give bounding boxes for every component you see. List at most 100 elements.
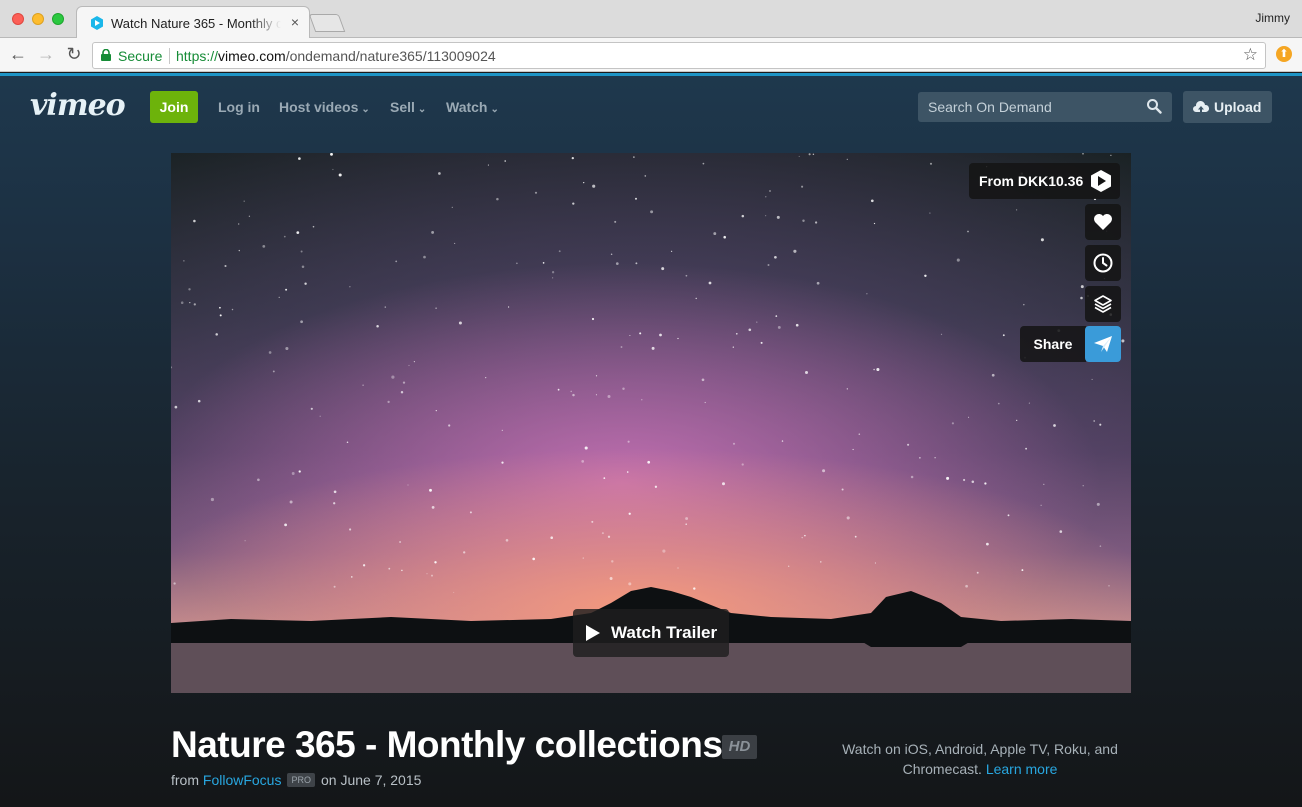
star-dot <box>627 440 630 443</box>
star-dot <box>695 297 697 300</box>
star-dot <box>723 235 726 239</box>
star-dot <box>1040 504 1042 506</box>
vimeo-page: vimeo Join Log in Host videos ⌄ Sell ⌄ Wat… <box>0 76 1302 807</box>
star-dot <box>741 463 744 466</box>
bookmark-star-icon[interactable]: ☆ <box>1243 45 1258 65</box>
star-dot <box>215 333 218 336</box>
back-arrow-icon[interactable]: ← <box>7 43 29 65</box>
star-dot <box>505 538 509 542</box>
star-dot <box>400 390 404 394</box>
star-dot <box>219 306 221 309</box>
star-dot <box>795 323 799 327</box>
tab-close-icon[interactable]: × <box>291 14 299 30</box>
star-dot <box>571 156 574 160</box>
star-dot <box>647 460 651 464</box>
video-player[interactable]: From DKK10.36 Share Watch Trailer <box>171 153 1131 693</box>
star-dot <box>793 249 797 253</box>
watch-later-button[interactable] <box>1085 245 1121 281</box>
watch-trailer-button[interactable]: Watch Trailer <box>573 609 729 657</box>
star-dot <box>997 402 1000 405</box>
star-dot <box>534 191 538 194</box>
star-dot <box>291 472 295 475</box>
star-dot <box>1028 402 1030 404</box>
star-dot <box>820 561 822 563</box>
star-dot <box>846 388 848 390</box>
like-button[interactable] <box>1085 204 1121 240</box>
star-dot <box>670 250 673 252</box>
star-dot <box>1080 296 1083 300</box>
star-dot <box>1040 238 1044 242</box>
share-button[interactable] <box>1085 326 1121 362</box>
buy-button[interactable]: From DKK10.36 <box>969 163 1120 199</box>
star-dot <box>438 172 441 175</box>
collections-button[interactable] <box>1085 286 1121 322</box>
search-on-demand-input[interactable]: Search On Demand <box>918 92 1172 122</box>
star-dot <box>262 245 266 248</box>
star-dot <box>802 219 805 223</box>
browser-tab-active[interactable]: Watch Nature 365 - Monthly collections × <box>76 6 310 39</box>
search-icon[interactable] <box>1146 98 1162 114</box>
star-dot <box>1021 569 1024 572</box>
star-dot <box>801 536 803 539</box>
star-dot <box>333 502 336 505</box>
star-dot <box>362 384 364 387</box>
star-dot <box>1023 303 1025 306</box>
vod-play-icon <box>1091 170 1111 192</box>
join-button[interactable]: Join <box>150 91 198 123</box>
star-dot <box>874 562 876 564</box>
close-window-button[interactable] <box>12 13 24 25</box>
host-videos-menu[interactable]: Host videos ⌄ <box>279 99 370 115</box>
star-dot <box>854 535 857 538</box>
maximize-window-button[interactable] <box>52 13 64 25</box>
star-dot <box>1059 530 1063 533</box>
new-tab-button[interactable] <box>308 14 346 32</box>
star-dot <box>907 443 910 446</box>
upload-button[interactable]: Upload <box>1183 91 1272 123</box>
url-text[interactable]: https://vimeo.com/ondemand/nature365/113… <box>176 48 496 64</box>
star-dot <box>283 235 286 238</box>
star-dot <box>238 249 240 252</box>
star-dot <box>1082 485 1084 487</box>
star-dot <box>873 222 876 225</box>
star-dot <box>188 288 191 291</box>
profile-name[interactable]: Jimmy <box>1255 11 1290 25</box>
tab-title: Watch Nature 365 - Monthly collections <box>111 16 281 31</box>
star-dot <box>756 321 758 323</box>
star-dot <box>677 337 679 340</box>
minimize-window-button[interactable] <box>32 13 44 25</box>
login-link[interactable]: Log in <box>218 99 260 115</box>
star-dot <box>458 321 462 325</box>
address-bar[interactable]: Secure https://vimeo.com/ondemand/nature… <box>92 42 1266 69</box>
reload-icon[interactable]: ↻ <box>63 43 85 65</box>
sell-menu[interactable]: Sell ⌄ <box>390 99 426 115</box>
star-dot <box>607 535 611 538</box>
star-dot <box>469 511 472 514</box>
star-dot <box>968 416 970 418</box>
secure-label: Secure <box>118 48 163 64</box>
star-dot <box>413 361 415 363</box>
star-dot <box>454 242 456 244</box>
star-dot <box>629 334 631 337</box>
forward-arrow-icon[interactable]: → <box>35 43 57 65</box>
extension-icon[interactable]: ⬆ <box>1276 46 1292 62</box>
star-dot <box>634 197 638 200</box>
vimeo-logo[interactable]: vimeo <box>30 88 126 123</box>
star-dot <box>814 221 818 224</box>
star-dot <box>284 523 287 527</box>
star-dot <box>268 351 272 354</box>
star-dot <box>924 274 927 278</box>
star-dot <box>583 181 585 184</box>
star-dot <box>661 267 665 271</box>
star-dot <box>551 271 555 274</box>
star-dot <box>581 460 585 463</box>
star-dot <box>934 457 936 459</box>
learn-more-link[interactable]: Learn more <box>986 761 1058 777</box>
star-dot <box>550 536 553 539</box>
star-dot <box>870 199 874 203</box>
watch-menu[interactable]: Watch ⌄ <box>446 99 499 115</box>
uploader-link[interactable]: FollowFocus <box>203 772 282 788</box>
star-dot <box>582 557 584 559</box>
from-label: from <box>171 772 199 788</box>
star-dot <box>852 448 854 451</box>
star-dot <box>603 477 606 479</box>
